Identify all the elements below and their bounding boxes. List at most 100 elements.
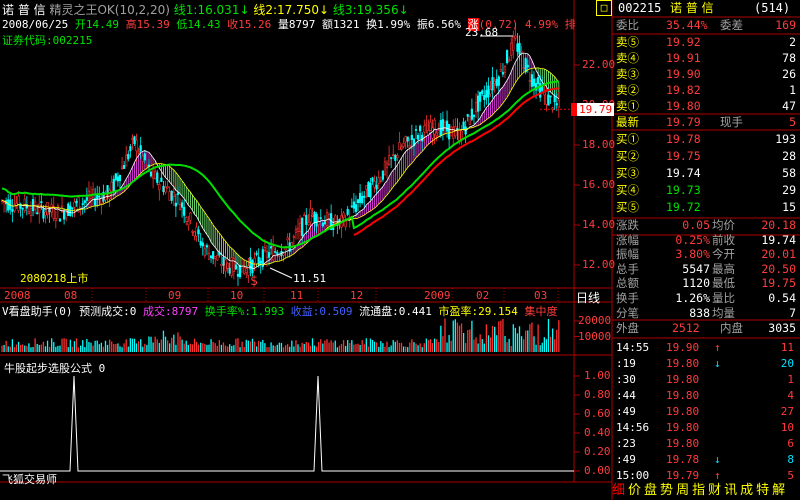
bottom-tab-2[interactable]: 盘 [644,483,657,498]
price-tick-label: 22.00 [582,58,616,71]
candle-body [180,202,184,208]
candle-body [448,124,451,140]
bid-volume: 58 [782,166,796,180]
vol-yield: 收益:0.509 [290,305,353,318]
candle-body [73,201,76,208]
bottom-tab-3[interactable]: 势 [660,483,673,498]
candle-body [212,251,215,260]
candle-body [394,154,397,161]
candle-body [416,134,420,140]
candle-body [193,231,196,237]
candle-body [286,237,289,241]
stat-row: 涨幅 0.25% 前收 19.74 [616,233,800,248]
stat-row: 换手 1.26% 量比 0.54 [616,291,800,306]
neipan-value: 3035 [768,321,796,335]
ind-tick-label: 0.80 [584,388,611,401]
stat-value: 5547 [682,261,710,276]
stat-row: 总额 1120 最低 19.75 [616,276,800,291]
vol-tick-label: 20000 [578,314,612,327]
candle-body [352,201,356,209]
bottom-tab-0[interactable]: 细 [612,483,625,498]
ask-label: 卖③ [616,67,639,81]
bottom-tab-8[interactable]: 成 [740,483,753,498]
tick-volume: 11 [780,341,794,354]
candle-body [476,95,480,112]
stat-value: 20.01 [761,247,796,262]
candle-body [145,164,149,167]
candle-body [410,134,413,140]
candle-body [149,171,153,177]
bid-label: 买⑤ [616,200,639,214]
line1-value: 线1:16.031 [173,3,240,17]
candle-body [164,186,167,193]
candle-body [160,177,163,182]
candle-body [253,257,256,264]
tick-price: 19.78 [666,453,700,466]
candle-body [400,146,403,150]
bottom-tab-9[interactable]: 特 [756,483,769,498]
candle-body [483,94,486,100]
candle-body [38,203,41,214]
stat-value: 3.80% [675,247,710,262]
bid-volume: 193 [775,132,796,146]
bottom-tab-6[interactable]: 财 [708,483,721,498]
price-tick-label: 18.00 [582,138,616,151]
maximize-button[interactable]: □ [596,0,612,16]
ask-label: 卖⑤ [616,35,639,49]
stat-value: 838 [689,305,710,320]
ask-label: 卖① [616,99,639,113]
bottom-tab-4[interactable]: 周 [676,483,689,498]
candle-body [387,155,391,165]
candle-body [365,185,368,190]
candle-body [466,114,469,117]
candle-body [522,67,525,69]
candle-body [141,155,144,162]
candle-body [311,214,314,217]
tick-arrow: ↓ [714,453,721,466]
ask-volume: 1 [789,83,796,97]
candle-body [187,221,190,226]
candle-body [342,212,345,218]
weibi-row: 委比 35.44% 委差 169 [616,17,800,34]
stat-label: 最低 [712,276,735,291]
stock-name: 诺 普 信 [2,3,46,17]
ask-row: 卖④ 19.91 78 [616,50,800,67]
candle-body [44,211,47,216]
candle-body [468,116,471,125]
candle-body [156,172,159,183]
bottom-tab-1[interactable]: 价 [628,483,641,498]
bottom-tab-10[interactable]: 解 [772,483,785,498]
line2-arrow: ↓ [319,3,330,17]
candle-body [367,182,370,198]
ask-label: 卖④ [616,51,639,65]
candle-body [503,66,507,73]
candle-body [158,184,161,191]
candle-body [425,123,428,126]
candle-body [263,247,266,251]
candle-body [222,256,225,266]
weibi-value: 35.44% [666,18,708,32]
stat-row: 总手 5547 最高 20.50 [616,262,800,277]
neipan-label: 内盘 [720,321,743,335]
tick-time: :49 [616,405,636,418]
candle-body [98,195,101,198]
candle-body [75,201,78,204]
bottom-tab-5[interactable]: 指 [692,483,705,498]
candle-body [452,127,455,139]
candle-body [274,251,277,253]
candle-body [549,95,552,98]
period-label[interactable]: 日线 [576,289,600,306]
candle-body [392,154,395,156]
candle-body [510,42,513,56]
stat-value: 20.50 [761,261,796,276]
candle-body [381,170,384,180]
candle-body [36,212,39,214]
ask-price: 19.91 [666,51,701,65]
bottom-tab-7[interactable]: 讯 [724,483,737,498]
candle-body [373,181,376,188]
ask-label: 卖② [616,83,639,97]
vol-turn: 换手率%:1.993 [204,305,285,318]
stat-label: 振幅 [616,247,639,262]
ask-volume: 2 [789,35,796,49]
bid-volume: 29 [782,183,796,197]
